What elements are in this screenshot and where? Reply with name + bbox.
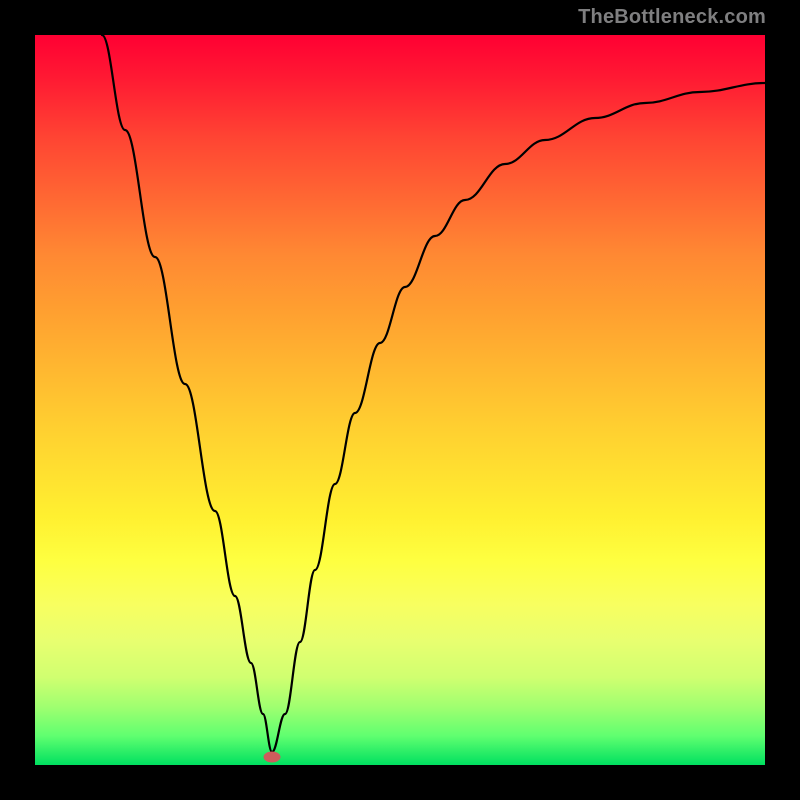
chart-frame: TheBottleneck.com: [0, 0, 800, 800]
min-point-marker: [264, 752, 281, 763]
plot-area: [35, 35, 765, 765]
curve-svg: [35, 35, 765, 765]
bottleneck-curve: [102, 35, 765, 752]
attribution-text: TheBottleneck.com: [578, 6, 766, 29]
